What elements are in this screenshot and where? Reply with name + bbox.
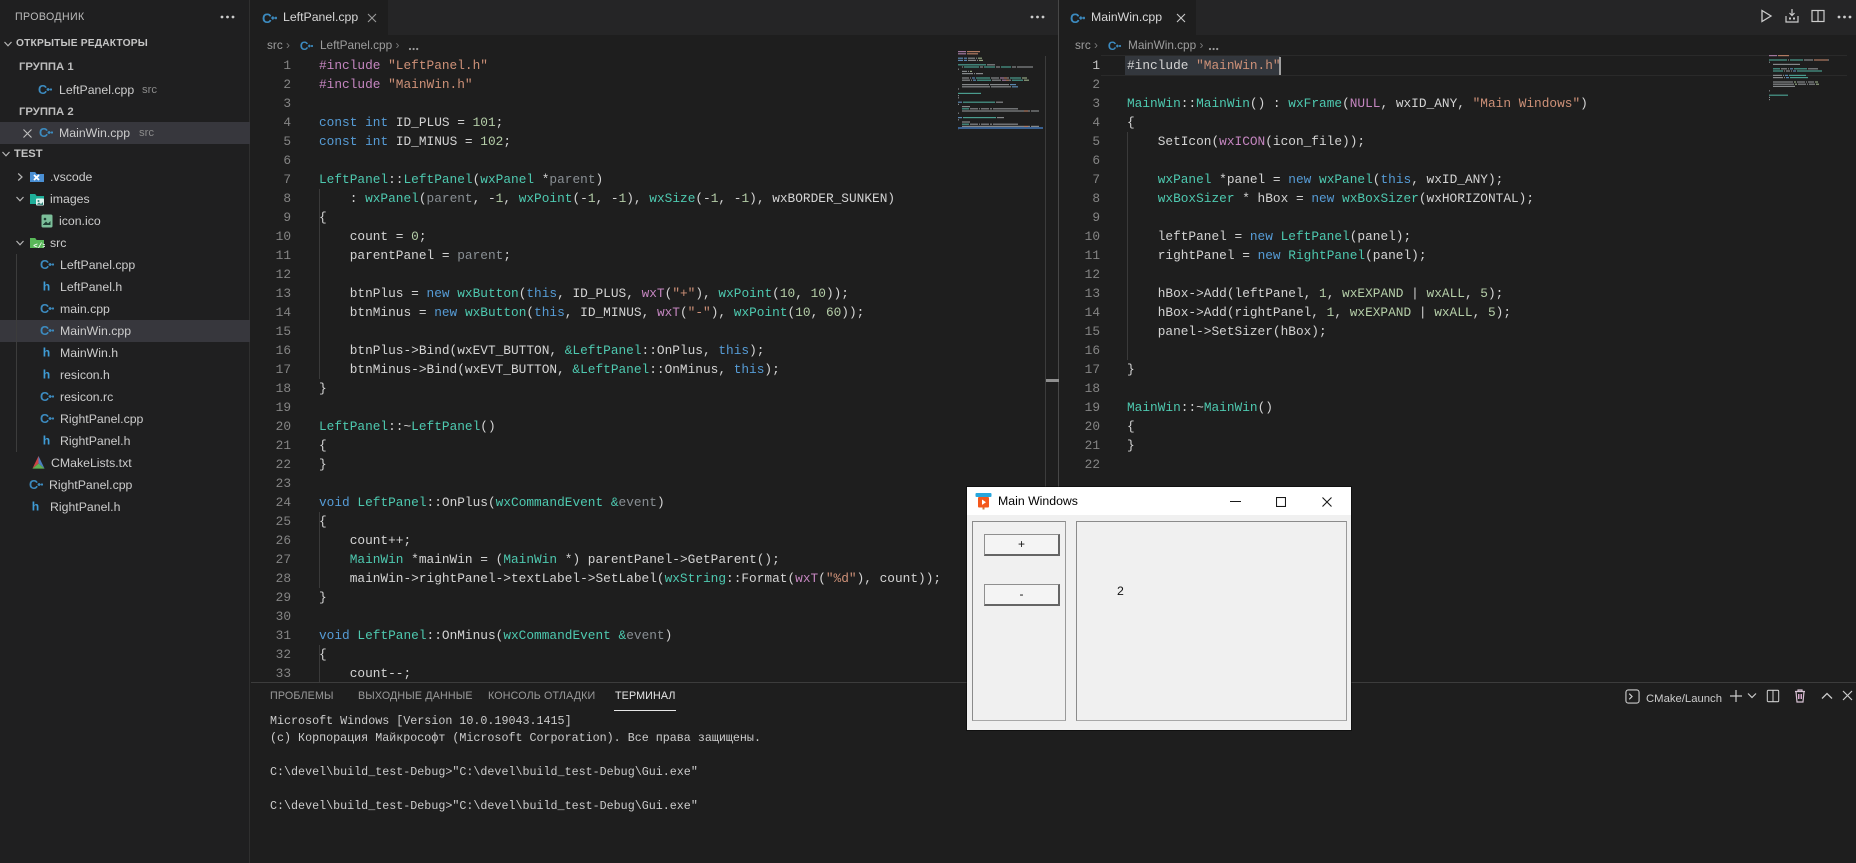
- svg-text:C: C: [40, 324, 49, 338]
- svg-text:h: h: [43, 434, 50, 448]
- svg-text:C: C: [300, 39, 309, 53]
- svg-text:C: C: [39, 126, 48, 140]
- svg-text:C: C: [1070, 11, 1080, 26]
- svg-text:h: h: [43, 368, 50, 382]
- svg-text:C: C: [40, 412, 49, 426]
- svg-text:</>: </>: [33, 243, 45, 251]
- svg-text:C: C: [29, 478, 38, 492]
- svg-text:h: h: [32, 500, 39, 514]
- svg-text:C: C: [40, 258, 49, 272]
- svg-text:C: C: [40, 302, 49, 316]
- svg-text:C: C: [262, 11, 272, 26]
- svg-text:h: h: [43, 280, 50, 294]
- svg-text:h: h: [43, 346, 50, 360]
- svg-text:C: C: [1108, 39, 1117, 53]
- svg-text:C: C: [40, 390, 49, 404]
- svg-text:C: C: [38, 83, 47, 97]
